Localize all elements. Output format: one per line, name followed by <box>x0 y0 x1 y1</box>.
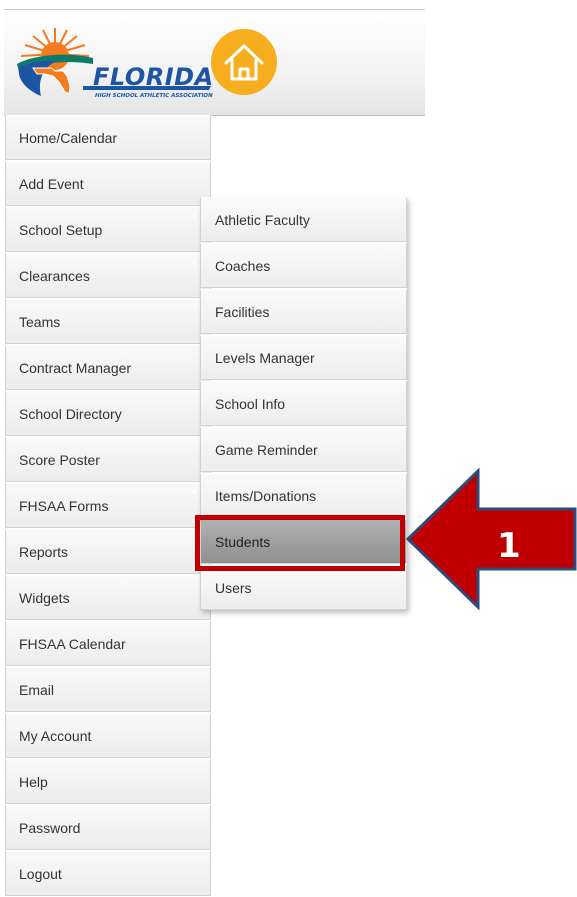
submenu-item-label: Levels Manager <box>215 350 315 366</box>
menu-item-label: FHSAA Calendar <box>19 636 126 652</box>
menu-item-label: School Directory <box>19 406 122 422</box>
submenu-item-label: Coaches <box>215 258 271 274</box>
submenu-item-levels-manager[interactable]: Levels Manager <box>200 335 407 380</box>
menu-item-label: Contract Manager <box>19 360 132 376</box>
submenu-caret-icon <box>193 259 197 265</box>
home-icon <box>224 44 264 81</box>
menu-item-label: FHSAA Forms <box>19 498 109 514</box>
menu-item-password[interactable]: Password <box>5 805 211 850</box>
menu-item-label: Help <box>19 774 48 790</box>
submenu-item-facilities[interactable]: Facilities <box>200 289 407 334</box>
submenu-item-label: Athletic Faculty <box>215 212 310 228</box>
menu-item-help[interactable]: Help <box>5 759 211 804</box>
submenu-caret-icon <box>193 213 197 219</box>
submenu-item-label: Users <box>215 580 252 596</box>
app-header: FLORIDA HIGH SCHOOL ATHLETIC ASSOCIATION <box>4 9 425 116</box>
menu-item-school-directory[interactable]: School Directory <box>5 391 211 436</box>
fhsaa-logo[interactable]: FLORIDA HIGH SCHOOL ATHLETIC ASSOCIATION <box>15 24 215 100</box>
main-menu: Home/Calendar Add Event School Setup Cleara… <box>5 115 211 896</box>
submenu-item-athletic-faculty[interactable]: Athletic Faculty <box>200 197 407 242</box>
submenu-item-label: Items/Donations <box>215 488 317 504</box>
menu-item-logout[interactable]: Logout <box>5 851 211 896</box>
step-number: 1 <box>497 526 521 566</box>
submenu-item-coaches[interactable]: Coaches <box>200 243 407 288</box>
menu-item-widgets[interactable]: Widgets <box>5 575 211 620</box>
submenu-item-label: School Info <box>215 396 286 412</box>
submenu-item-label: Facilities <box>215 304 270 320</box>
submenu-caret-icon <box>193 489 197 495</box>
logo-title: FLORIDA <box>93 63 214 91</box>
menu-item-fhsaa-forms[interactable]: FHSAA Forms <box>5 483 211 528</box>
menu-item-clearances[interactable]: Clearances <box>5 253 211 298</box>
menu-item-my-account[interactable]: My Account <box>5 713 211 758</box>
submenu-item-label: Students <box>215 534 271 550</box>
menu-item-school-setup[interactable]: School Setup <box>5 207 211 252</box>
menu-item-label: My Account <box>19 728 92 744</box>
menu-item-contract-manager[interactable]: Contract Manager <box>5 345 211 390</box>
menu-item-label: Teams <box>19 314 61 330</box>
submenu-item-students[interactable]: Students <box>200 519 407 564</box>
menu-item-label: Home/Calendar <box>19 130 118 146</box>
menu-item-label: School Setup <box>19 222 103 238</box>
submenu-item-school-info[interactable]: School Info <box>200 381 407 426</box>
menu-item-score-poster[interactable]: Score Poster <box>5 437 211 482</box>
submenu-item-items-donations[interactable]: Items/Donations <box>200 473 407 518</box>
menu-item-label: Add Event <box>19 176 84 192</box>
menu-item-label: Logout <box>19 866 62 882</box>
menu-item-label: Score Poster <box>19 452 100 468</box>
submenu-item-users[interactable]: Users <box>200 565 407 610</box>
menu-item-home-calendar[interactable]: Home/Calendar <box>5 115 211 160</box>
logo-subtitle: HIGH SCHOOL ATHLETIC ASSOCIATION <box>95 93 213 99</box>
home-button[interactable] <box>211 29 277 95</box>
menu-item-label: Password <box>19 820 81 836</box>
menu-item-email[interactable]: Email <box>5 667 211 712</box>
menu-item-add-event[interactable]: Add Event <box>5 161 211 206</box>
callout-arrow-icon <box>405 468 577 610</box>
menu-item-teams[interactable]: Teams <box>5 299 211 344</box>
school-setup-submenu: Athletic Faculty Coaches Facilities Levels … <box>200 197 407 610</box>
menu-item-fhsaa-calendar[interactable]: FHSAA Calendar <box>5 621 211 666</box>
submenu-item-label: Game Reminder <box>215 442 318 458</box>
menu-item-label: Reports <box>19 544 69 560</box>
menu-item-label: Widgets <box>19 590 70 606</box>
menu-item-label: Email <box>19 682 55 698</box>
submenu-item-game-reminder[interactable]: Game Reminder <box>200 427 407 472</box>
menu-item-reports[interactable]: Reports <box>5 529 211 574</box>
menu-item-label: Clearances <box>19 268 90 284</box>
